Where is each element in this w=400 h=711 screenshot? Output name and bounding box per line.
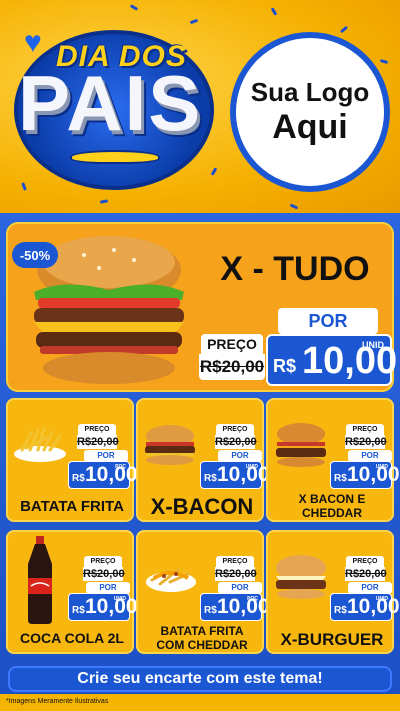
old-price: R$20,00 <box>83 567 125 581</box>
product-name-line1: X BACON E <box>298 492 366 506</box>
product-name: X-BURGUER <box>280 630 384 649</box>
burger-image <box>145 425 195 465</box>
confetti <box>210 167 218 176</box>
old-price: R$20,00 <box>77 435 119 449</box>
discount-badge: -50% <box>12 242 58 268</box>
logo-line2: Aqui <box>272 108 348 146</box>
product-name: COCA COLA 2L <box>20 630 124 646</box>
unit: POÇ <box>115 464 126 470</box>
product-card: PREÇO R$20,00 POR R$ 10,00 UNID X-BACON <box>136 398 270 522</box>
product-card: PREÇO R$20,00 POR R$ 10,00 UNID X-BURGUE… <box>266 530 400 654</box>
price-value: 10,00 <box>85 595 138 618</box>
confetti <box>379 59 389 64</box>
burger-image <box>276 555 326 599</box>
price-value: 10,00 <box>217 463 270 486</box>
confetti <box>21 182 27 191</box>
disclaimer-text: *Imagens Meramente Ilustrativas <box>6 698 109 705</box>
product-name-line2: COM CHEDDAR <box>156 638 248 652</box>
currency: R$ <box>72 473 85 484</box>
hero-currency: R$ <box>273 356 297 376</box>
price-value: 10,00 <box>347 463 400 486</box>
unit: POÇ <box>247 596 258 602</box>
hero-preco-label: PREÇO <box>201 334 263 354</box>
product-name: X BACON E CHEDDAR <box>268 492 396 520</box>
hero-unit: UNID <box>362 340 384 350</box>
product-name: BATATA FRITA <box>20 498 124 515</box>
burger-image <box>276 423 326 467</box>
product-name: BATATA FRITA COM CHEDDAR <box>138 624 266 652</box>
hero-por-label: POR <box>278 308 378 334</box>
unit: UNID <box>375 596 388 602</box>
title-big: PAIS <box>18 59 203 147</box>
currency: R$ <box>72 605 85 616</box>
logo-placeholder: Sua Logo Aqui <box>230 32 390 192</box>
product-card: PREÇO R$20,00 POR R$ 10,00 UNID X BACON … <box>266 398 400 522</box>
confetti <box>289 203 299 210</box>
price-box: R$ 10,00 UNID <box>330 593 400 621</box>
confetti <box>129 4 139 11</box>
price-box: R$ 10,00 POÇ <box>200 593 270 621</box>
unit: UNID <box>245 464 258 470</box>
currency: R$ <box>204 473 217 484</box>
old-price: R$20,00 <box>345 567 387 581</box>
price-box: R$ 10,00 UNID <box>200 461 270 489</box>
product-name-line1: BATATA FRITA <box>160 624 244 638</box>
coca-cola-bottle-image <box>28 536 52 624</box>
price-box: R$ 10,00 UNID <box>330 461 400 489</box>
product-name-line2: CHEDDAR <box>302 506 362 520</box>
flyer-page: ♥ DIA DOS PAIS Sua Logo Aqui -50% X - TU… <box>0 0 400 711</box>
product-card: PREÇO R$20,00 POR R$ 10,00 POÇ BATATA FR… <box>136 530 270 654</box>
price-value: 10,00 <box>217 595 270 618</box>
confetti <box>270 7 278 16</box>
unit: UNID <box>375 464 388 470</box>
hero-old-price: R$20,00 <box>199 354 265 380</box>
heart-icon: ♥ <box>24 26 42 59</box>
confetti <box>99 199 109 204</box>
currency: R$ <box>334 605 347 616</box>
confetti <box>189 18 199 25</box>
unit: UNID <box>113 596 126 602</box>
mustache-icon <box>70 150 160 164</box>
hero-product-name: X - TUDO <box>220 250 370 288</box>
price-value: 10,00 <box>85 463 138 486</box>
hero-price-box: R$ 10,00 UNID <box>266 334 397 386</box>
old-price: R$20,00 <box>215 567 257 581</box>
old-price: R$20,00 <box>215 435 257 449</box>
currency: R$ <box>204 605 217 616</box>
old-price: R$20,00 <box>345 435 387 449</box>
product-card: PREÇO R$20,00 POR R$ 10,00 UNID COCA COL… <box>6 530 138 654</box>
currency: R$ <box>334 473 347 484</box>
price-box: R$ 10,00 UNID <box>68 593 138 621</box>
logo-line1: Sua Logo <box>250 77 370 107</box>
confetti <box>339 25 349 34</box>
price-value: 10,00 <box>347 595 400 618</box>
product-card: PREÇO R$20,00 POR R$ 10,00 POÇ BATATA FR… <box>6 398 138 522</box>
fries-image <box>14 426 66 462</box>
product-name: X-BACON <box>150 494 254 519</box>
price-box: R$ 10,00 POÇ <box>68 461 138 489</box>
cheddar-fries-image <box>146 568 196 592</box>
create-flyer-button[interactable]: Crie seu encarte com este tema! <box>8 666 392 692</box>
header-banner: ♥ DIA DOS PAIS Sua Logo Aqui <box>0 0 400 215</box>
